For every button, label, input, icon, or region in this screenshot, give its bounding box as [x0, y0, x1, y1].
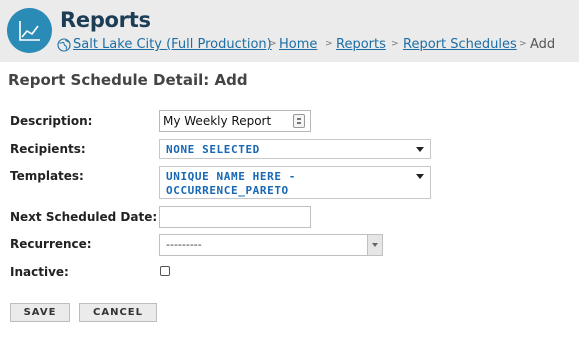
recurrence-select-value: ---------: [166, 238, 202, 251]
templates-select-value-line1: UNIQUE NAME HERE -: [166, 170, 297, 183]
next-date-label: Next Scheduled Date:: [10, 210, 158, 224]
breadcrumb-report-schedules-link[interactable]: Report Schedules: [403, 37, 517, 52]
save-button[interactable]: SAVE: [10, 303, 70, 322]
breadcrumb-location-link[interactable]: Salt Lake City (Full Production): [73, 37, 272, 52]
templates-select[interactable]: UNIQUE NAME HERE - OCCURRENCE_PARETO: [159, 166, 431, 199]
recipients-label: Recipients:: [10, 142, 86, 156]
breadcrumb-current: Add: [530, 37, 556, 52]
chevron-down-icon: [372, 243, 378, 247]
inactive-label: Inactive:: [10, 265, 69, 279]
templates-label: Templates:: [10, 169, 84, 183]
recipients-select[interactable]: NONE SELECTED: [159, 139, 431, 159]
next-date-input[interactable]: [159, 206, 311, 228]
recurrence-select[interactable]: ---------: [159, 234, 383, 256]
breadcrumb-separator: >: [391, 39, 399, 49]
app-title: Reports: [60, 8, 151, 32]
globe-icon: [57, 38, 71, 52]
inactive-checkbox[interactable]: [160, 266, 170, 276]
chevron-down-icon: [416, 147, 424, 152]
breadcrumb-separator: >: [519, 39, 527, 49]
description-label: Description:: [10, 114, 93, 128]
breadcrumb-separator: >: [325, 39, 333, 49]
page-title: Report Schedule Detail: Add: [8, 71, 248, 89]
app-header: Reports Salt Lake City (Full Production)…: [0, 0, 579, 62]
templates-select-value-line2: OCCURRENCE_PARETO: [166, 184, 289, 197]
breadcrumb-reports-link[interactable]: Reports: [336, 37, 386, 52]
dropdown-arrow-button[interactable]: [367, 235, 382, 255]
text-expander-icon[interactable]: [293, 114, 305, 128]
description-input[interactable]: [159, 110, 311, 132]
chevron-down-icon: [416, 174, 424, 179]
recurrence-label: Recurrence:: [10, 237, 92, 251]
breadcrumb-home-link[interactable]: Home: [279, 37, 317, 52]
cancel-button[interactable]: CANCEL: [79, 303, 157, 322]
breadcrumb-separator: >: [269, 39, 277, 49]
recipients-select-value: NONE SELECTED: [166, 143, 260, 156]
line-chart-icon[interactable]: [7, 8, 52, 53]
